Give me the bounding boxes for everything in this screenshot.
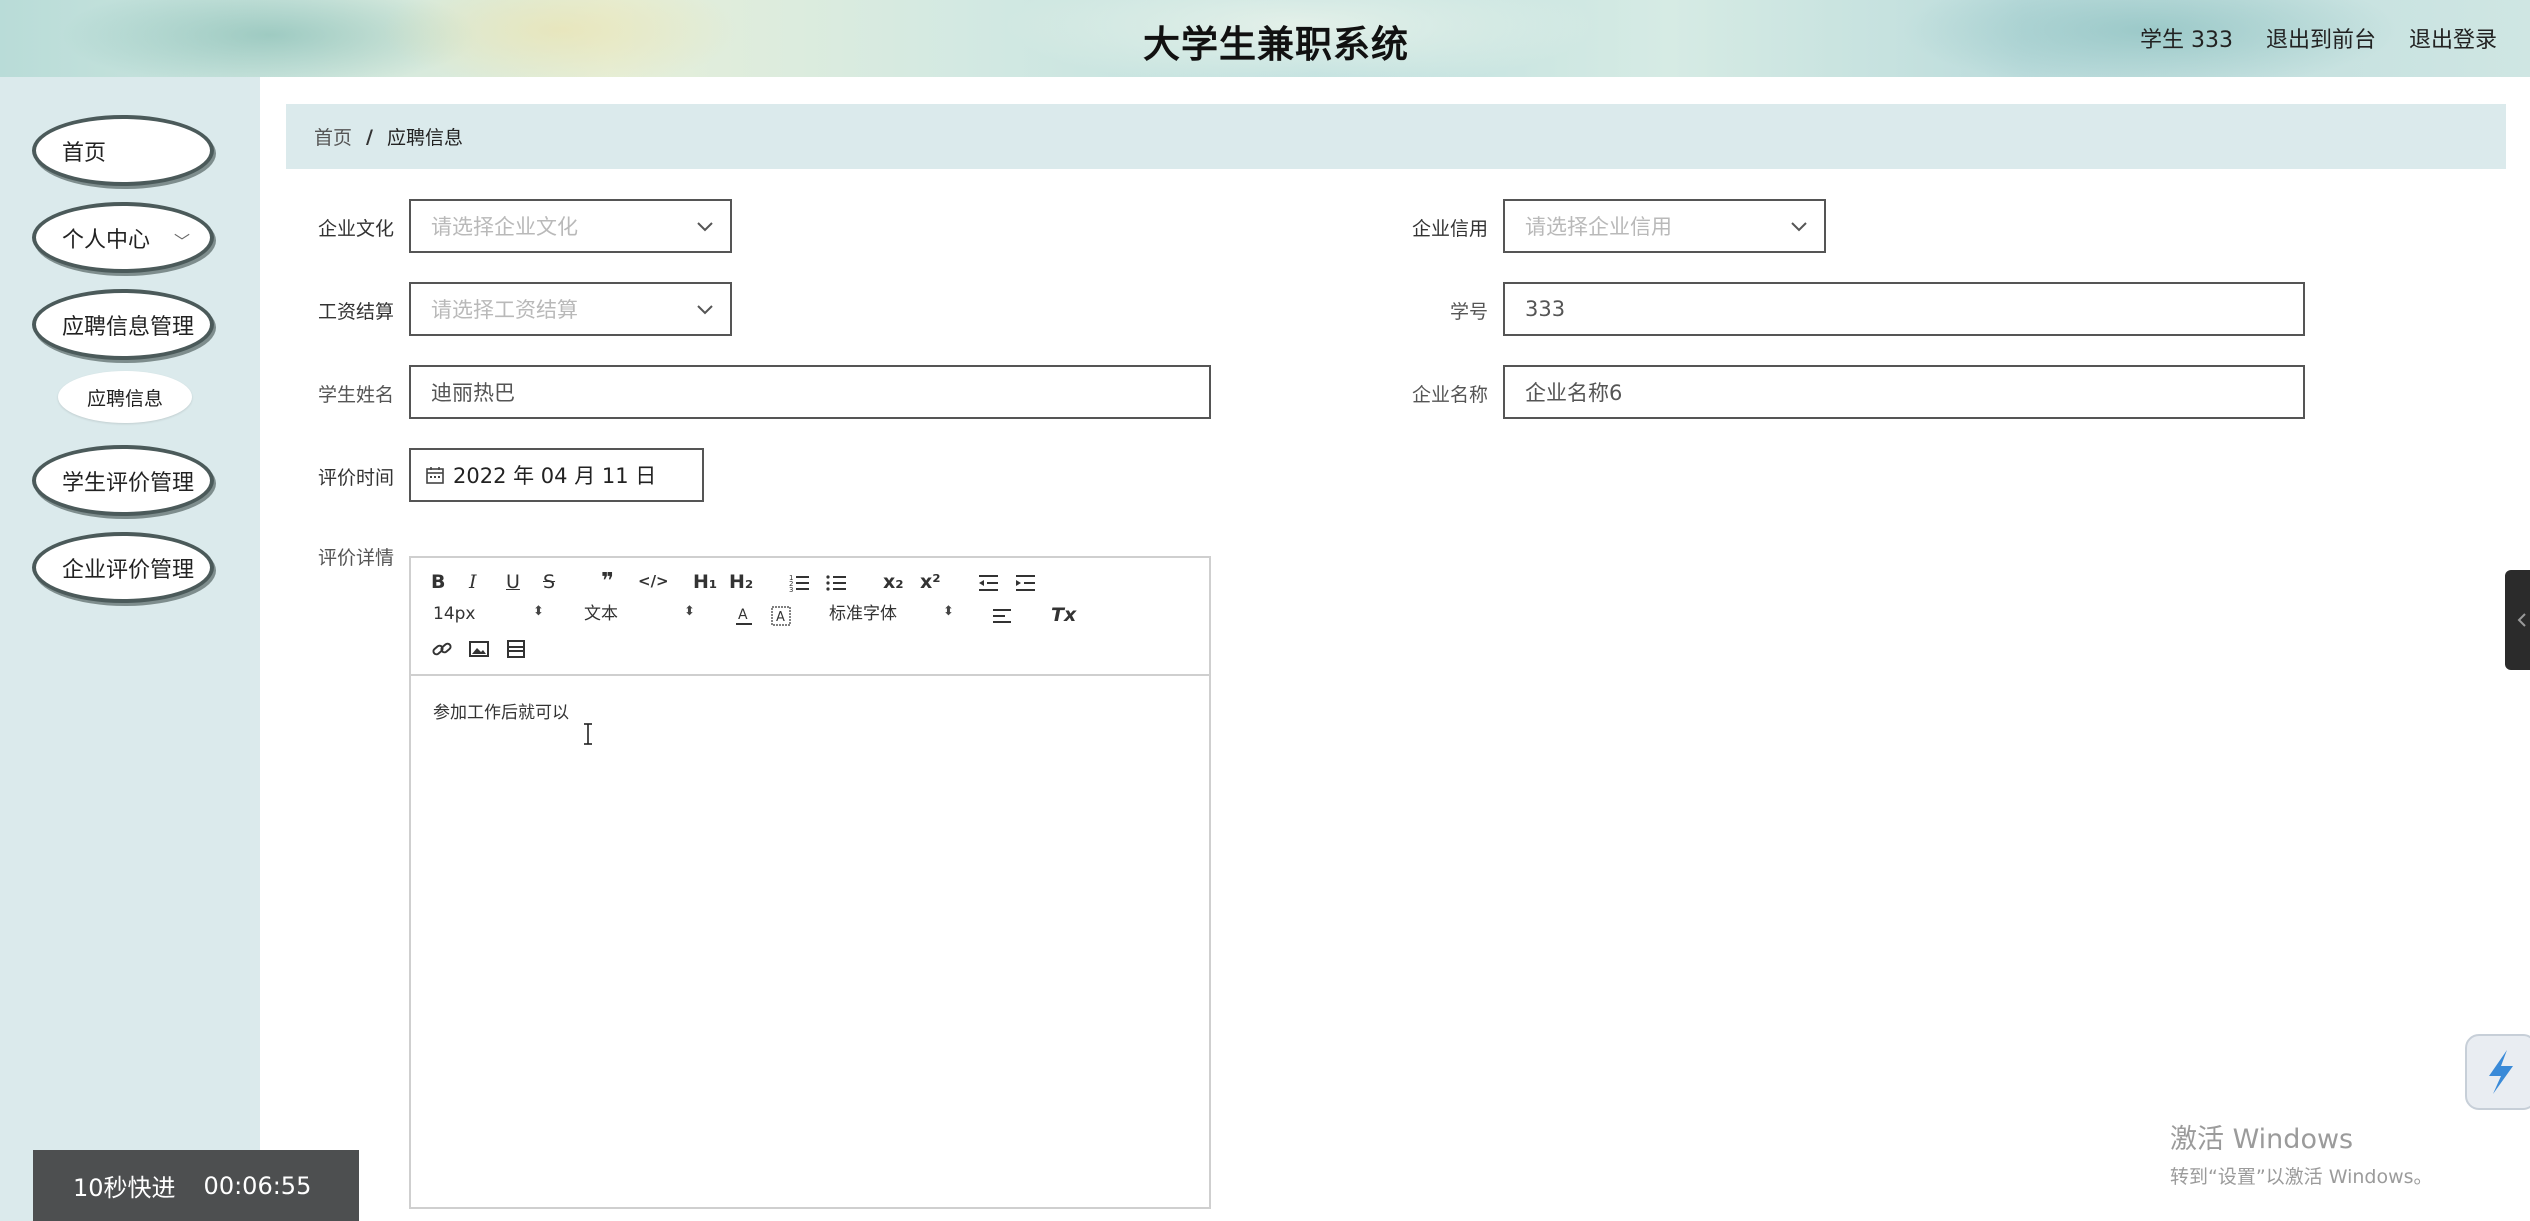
breadcrumb-separator: /: [366, 125, 373, 148]
updown-arrow-icon: ⬍: [533, 604, 544, 619]
eval-time-label: 评价时间: [317, 467, 394, 489]
app-title: 大学生兼职系统: [1143, 23, 1409, 66]
breadcrumb: 首页 / 应聘信息: [286, 104, 2506, 169]
sidebar-item-label: 学生评价管理: [62, 470, 195, 496]
student-id-value: 333: [1525, 297, 1566, 321]
lightning-icon: [2489, 1050, 2513, 1094]
strike-button[interactable]: S: [543, 573, 555, 592]
back-to-front-link[interactable]: 退出到前台: [2266, 22, 2376, 54]
sidebar: 首页 个人中心 ﹀ 应聘信息管理 应聘信息 学生评价管理 企业评价管理: [0, 77, 260, 1221]
subscript-button[interactable]: x₂: [883, 573, 904, 592]
eval-detail-text: 参加工作后就可以: [433, 703, 569, 723]
eval-detail-label: 评价详情: [317, 547, 394, 569]
eval-time-value: 2022 年 04 月 11 日: [453, 464, 657, 488]
breadcrumb-current: 应聘信息: [386, 127, 463, 149]
playback-timer: 00:06:55: [203, 1171, 312, 1200]
salary-select[interactable]: 请选择工资结算: [409, 282, 732, 336]
background-color-icon[interactable]: A: [770, 605, 792, 627]
sidebar-item-personal-center[interactable]: 个人中心 ﹀: [32, 202, 214, 273]
svg-text:3: 3: [789, 586, 793, 594]
logout-link[interactable]: 退出登录: [2409, 22, 2497, 54]
indent-icon[interactable]: [1014, 572, 1036, 594]
font-family-value: 标准字体: [829, 604, 897, 624]
underline-button[interactable]: U: [506, 573, 520, 592]
calendar-icon: [426, 467, 444, 484]
sidebar-item-application-management[interactable]: 应聘信息管理: [32, 289, 214, 360]
header-user-links: 学生 333 退出到前台 退出登录: [2140, 22, 2497, 54]
salary-placeholder: 请选择工资结算: [431, 298, 578, 322]
chevron-down-icon: [1791, 222, 1807, 232]
student-name-value: 迪丽热巴: [431, 381, 515, 405]
sidebar-item-student-evaluation[interactable]: 学生评价管理: [32, 445, 214, 516]
student-id-field[interactable]: 333: [1503, 282, 2305, 336]
windows-activation-watermark: 激活 Windows 转到“设置”以激活 Windows。: [2170, 1117, 2433, 1189]
editor-toolbar: B I U S ❞ </> H₁ H₂ 1 2 3 x₂ x² 14px ⬍ 文…: [411, 558, 1209, 676]
sidebar-item-label: 应聘信息: [86, 387, 163, 410]
company-name-field[interactable]: 企业名称6: [1503, 365, 2305, 419]
video-player-overlay: 10秒快进 00:06:55: [33, 1150, 359, 1221]
bold-button[interactable]: B: [431, 573, 445, 592]
clean-format-button[interactable]: Tx: [1051, 606, 1076, 625]
sidebar-item-home[interactable]: 首页: [32, 115, 214, 186]
current-user-label: 学生 333: [2139, 28, 2233, 53]
image-icon[interactable]: [468, 638, 490, 660]
credit-label: 企业信用: [1411, 218, 1488, 240]
chevron-down-icon: [697, 305, 713, 315]
italic-button[interactable]: I: [469, 573, 477, 592]
text-cursor-icon: [584, 723, 592, 745]
top-header: 大学生兼职系统 学生 333 退出到前台 退出登录: [0, 0, 2530, 77]
company-name-label: 企业名称: [1411, 384, 1488, 406]
student-id-label: 学号: [1449, 301, 1488, 323]
rich-text-editor: B I U S ❞ </> H₁ H₂ 1 2 3 x₂ x² 14px ⬍ 文…: [409, 556, 1211, 1209]
updown-arrow-icon: ⬍: [684, 604, 695, 619]
svg-text:A: A: [738, 607, 748, 623]
chevron-left-icon: [2517, 613, 2526, 627]
svg-text:A: A: [776, 610, 785, 625]
heading2-button[interactable]: H₂: [729, 573, 753, 592]
outdent-icon[interactable]: [977, 572, 999, 594]
chevron-down-icon: [697, 222, 713, 232]
side-collapse-tab[interactable]: [2505, 570, 2530, 670]
video-icon[interactable]: [505, 638, 527, 660]
superscript-button[interactable]: x²: [920, 573, 941, 592]
watermark-line1: 激活 Windows: [2170, 1124, 2354, 1155]
salary-label: 工资结算: [317, 301, 394, 323]
fast-forward-button[interactable]: 10秒快进: [73, 1168, 176, 1203]
floating-tool-button[interactable]: [2465, 1034, 2530, 1110]
font-size-value: 14px: [433, 604, 476, 624]
chevron-down-icon: ﹀: [173, 232, 190, 251]
heading1-button[interactable]: H₁: [693, 573, 717, 592]
culture-select[interactable]: 请选择企业文化: [409, 199, 732, 253]
watermark-line2: 转到“设置”以激活 Windows。: [2170, 1166, 2433, 1188]
student-name-field[interactable]: 迪丽热巴: [409, 365, 1211, 419]
sidebar-item-label: 应聘信息管理: [62, 314, 195, 340]
blockquote-button[interactable]: ❞: [601, 571, 614, 593]
font-family-select[interactable]: 标准字体 ⬍: [829, 604, 954, 624]
code-block-button[interactable]: </>: [638, 574, 669, 589]
sidebar-item-company-evaluation[interactable]: 企业评价管理: [32, 532, 214, 603]
culture-label: 企业文化: [317, 218, 394, 240]
ordered-list-icon[interactable]: 1 2 3: [788, 572, 810, 594]
sidebar-subitem-application-info[interactable]: 应聘信息: [58, 371, 192, 423]
editor-content[interactable]: 参加工作后就可以: [411, 678, 1209, 1208]
bullet-list-icon[interactable]: [825, 572, 847, 594]
align-icon[interactable]: [991, 605, 1013, 627]
company-name-value: 企业名称6: [1525, 381, 1623, 405]
breadcrumb-home-link[interactable]: 首页: [314, 123, 352, 150]
sidebar-item-label: 个人中心: [62, 227, 151, 253]
credit-placeholder: 请选择企业信用: [1525, 215, 1672, 239]
font-size-select[interactable]: 14px ⬍: [433, 604, 544, 624]
text-type-select[interactable]: 文本 ⬍: [584, 604, 695, 624]
student-name-label: 学生姓名: [317, 384, 394, 406]
updown-arrow-icon: ⬍: [943, 604, 954, 619]
link-icon[interactable]: [431, 638, 453, 660]
sidebar-item-label: 企业评价管理: [62, 557, 195, 583]
text-type-value: 文本: [584, 604, 618, 624]
sidebar-item-label: 首页: [62, 140, 107, 166]
culture-placeholder: 请选择企业文化: [431, 215, 578, 239]
eval-time-date-picker[interactable]: 2022 年 04 月 11 日: [409, 448, 704, 502]
credit-select[interactable]: 请选择企业信用: [1503, 199, 1826, 253]
font-color-icon[interactable]: A: [733, 605, 755, 627]
